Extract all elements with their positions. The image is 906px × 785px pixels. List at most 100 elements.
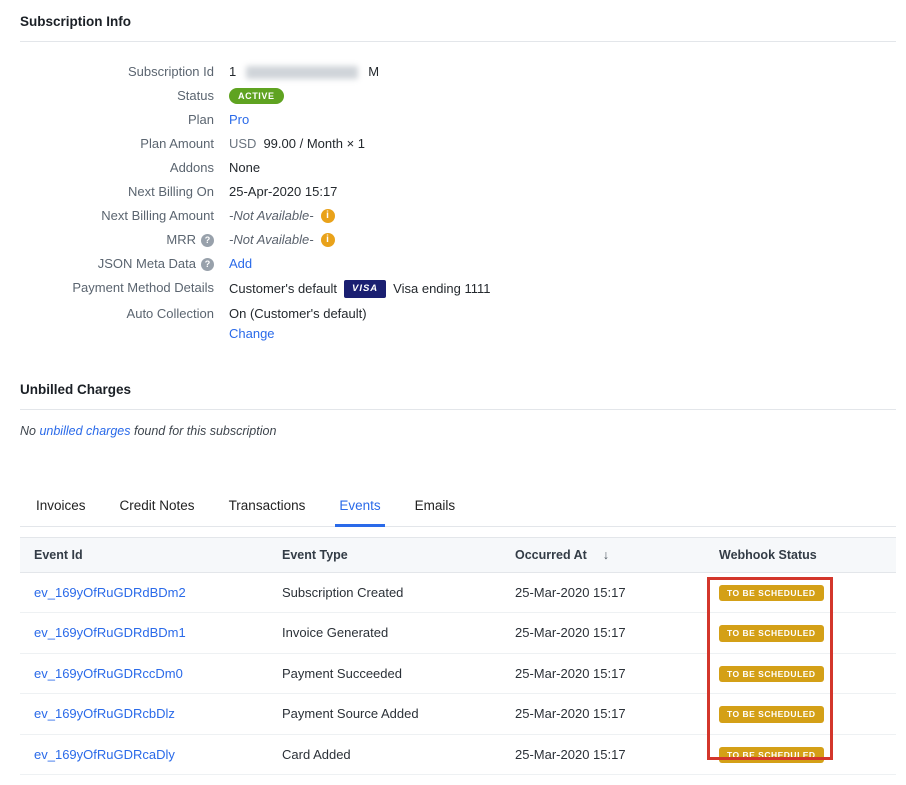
plan-amount-currency: USD [229, 136, 256, 152]
table-row: ev_169yOfRuGDRcbDlz Payment Source Added… [20, 694, 896, 735]
field-status: Status ACTIVE [20, 84, 896, 108]
subscription-details-page: Subscription Info Subscription Id 1M Sta… [0, 0, 906, 785]
tab-invoices[interactable]: Invoices [32, 488, 90, 526]
mrr-text: -Not Available- [229, 232, 314, 248]
webhook-status-badge: TO BE SCHEDULED [719, 585, 824, 602]
field-value-mrr: -Not Available- i [229, 232, 335, 248]
event-id-link[interactable]: ev_169yOfRuGDRcbDlz [34, 706, 175, 721]
field-label-payment-method-details: Payment Method Details [20, 280, 214, 296]
field-value-addons: None [229, 160, 260, 176]
occurred-at-cell: 25-Mar-2020 15:17 [501, 572, 705, 613]
occurred-at-cell: 25-Mar-2020 15:17 [501, 653, 705, 694]
occurred-at-header-label: Occurred At [515, 548, 587, 562]
column-header-occurred-at[interactable]: Occurred At ↓ [501, 537, 705, 572]
field-addons: Addons None [20, 156, 896, 180]
mrr-label-text: MRR [166, 232, 196, 248]
redacted-subscription-id [246, 66, 358, 79]
unbilled-charges-section: Unbilled Charges No unbilled charges fou… [20, 376, 896, 438]
tab-transactions[interactable]: Transactions [225, 488, 310, 526]
tab-events[interactable]: Events [335, 488, 384, 527]
section-title-subscription-info: Subscription Info [20, 8, 896, 42]
occurred-at-cell: 25-Mar-2020 15:17 [501, 694, 705, 735]
add-json-meta-data-link[interactable]: Add [229, 256, 252, 272]
table-row: ev_169yOfRuGDRcaDly Card Added 25-Mar-20… [20, 734, 896, 775]
event-type-cell: Payment Source Added [268, 694, 501, 735]
event-id-cell: ev_169yOfRuGDRccDm0 [20, 653, 268, 694]
subscription-id-prefix: 1 [229, 64, 236, 80]
subscription-fields: Subscription Id 1M Status ACTIVE Plan Pr… [20, 60, 896, 346]
subscription-id-suffix: M [368, 64, 379, 80]
webhook-status-badge: TO BE SCHEDULED [719, 706, 824, 723]
column-header-event-type: Event Type [268, 537, 501, 572]
field-label-mrr: MRR ? [20, 232, 214, 248]
field-value-payment-method-details: Customer's default VISA Visa ending 1111 [229, 280, 491, 298]
field-label-auto-collection: Auto Collection [20, 306, 214, 322]
field-json-meta-data: JSON Meta Data ? Add [20, 252, 896, 276]
help-icon[interactable]: ? [201, 234, 214, 247]
webhook-status-badge: TO BE SCHEDULED [719, 747, 824, 764]
plan-amount-text: 99.00 / Month × 1 [263, 136, 365, 152]
unbilled-message-suffix: found for this subscription [131, 424, 277, 438]
field-label-addons: Addons [20, 160, 214, 176]
plan-link[interactable]: Pro [229, 112, 249, 128]
table-row: ev_169yOfRuGDRccDm0 Payment Succeeded 25… [20, 653, 896, 694]
field-next-billing-amount: Next Billing Amount -Not Available- i [20, 204, 896, 228]
auto-collection-text: On (Customer's default) [229, 306, 367, 321]
field-label-plan: Plan [20, 112, 214, 128]
field-plan: Plan Pro [20, 108, 896, 132]
tab-emails[interactable]: Emails [411, 488, 460, 526]
occurred-at-cell: 25-Mar-2020 15:17 [501, 734, 705, 775]
field-subscription-id: Subscription Id 1M [20, 60, 896, 84]
next-billing-amount-text: -Not Available- [229, 208, 314, 224]
events-table-wrap: Event Id Event Type Occurred At↓ Webhook… [20, 537, 896, 776]
event-type-cell: Card Added [268, 734, 501, 775]
field-auto-collection: Auto Collection On (Customer's default) … [20, 302, 896, 346]
field-value-plan-amount: USD 99.00 / Month × 1 [229, 136, 365, 152]
webhook-status-cell: TO BE SCHEDULED [705, 653, 896, 694]
unbilled-charges-link[interactable]: unbilled charges [39, 424, 130, 438]
event-type-cell: Subscription Created [268, 572, 501, 613]
events-table: Event Id Event Type Occurred At↓ Webhook… [20, 537, 896, 776]
table-row: ev_169yOfRuGDRdBDm2 Subscription Created… [20, 572, 896, 613]
field-label-next-billing-on: Next Billing On [20, 184, 214, 200]
event-id-link[interactable]: ev_169yOfRuGDRdBDm1 [34, 625, 186, 640]
field-label-plan-amount: Plan Amount [20, 136, 214, 152]
field-value-plan: Pro [229, 112, 249, 128]
event-type-cell: Invoice Generated [268, 613, 501, 654]
field-value-next-billing-amount: -Not Available- i [229, 208, 335, 224]
table-row: ev_169yOfRuGDRdBDm1 Invoice Generated 25… [20, 613, 896, 654]
sort-desc-icon[interactable]: ↓ [603, 548, 609, 562]
field-value-subscription-id: 1M [229, 64, 379, 80]
webhook-status-cell: TO BE SCHEDULED [705, 613, 896, 654]
event-id-link[interactable]: ev_169yOfRuGDRcaDly [34, 747, 175, 762]
visa-card-icon: VISA [344, 280, 386, 298]
status-active-badge: ACTIVE [229, 88, 284, 104]
webhook-status-badge: TO BE SCHEDULED [719, 625, 824, 642]
info-icon[interactable]: i [321, 209, 335, 223]
event-type-cell: Payment Succeeded [268, 653, 501, 694]
json-meta-data-label-text: JSON Meta Data [98, 256, 196, 272]
change-auto-collection-link[interactable]: Change [229, 326, 367, 342]
field-value-status: ACTIVE [229, 88, 284, 104]
field-value-next-billing-on: 25-Apr-2020 15:17 [229, 184, 337, 200]
info-icon[interactable]: i [321, 233, 335, 247]
webhook-status-badge: TO BE SCHEDULED [719, 666, 824, 683]
field-plan-amount: Plan Amount USD 99.00 / Month × 1 [20, 132, 896, 156]
field-mrr: MRR ? -Not Available- i [20, 228, 896, 252]
event-id-link[interactable]: ev_169yOfRuGDRccDm0 [34, 666, 183, 681]
payment-method-text: Customer's default [229, 281, 337, 297]
event-id-link[interactable]: ev_169yOfRuGDRdBDm2 [34, 585, 186, 600]
field-label-status: Status [20, 88, 214, 104]
webhook-status-cell: TO BE SCHEDULED [705, 572, 896, 613]
help-icon[interactable]: ? [201, 258, 214, 271]
occurred-at-cell: 25-Mar-2020 15:17 [501, 613, 705, 654]
tab-credit-notes[interactable]: Credit Notes [116, 488, 199, 526]
column-header-event-id: Event Id [20, 537, 268, 572]
webhook-status-cell: TO BE SCHEDULED [705, 694, 896, 735]
event-id-cell: ev_169yOfRuGDRcbDlz [20, 694, 268, 735]
section-title-unbilled-charges: Unbilled Charges [20, 376, 896, 410]
field-label-json-meta-data: JSON Meta Data ? [20, 256, 214, 272]
field-label-subscription-id: Subscription Id [20, 64, 214, 80]
event-id-cell: ev_169yOfRuGDRcaDly [20, 734, 268, 775]
field-payment-method-details: Payment Method Details Customer's defaul… [20, 276, 896, 302]
